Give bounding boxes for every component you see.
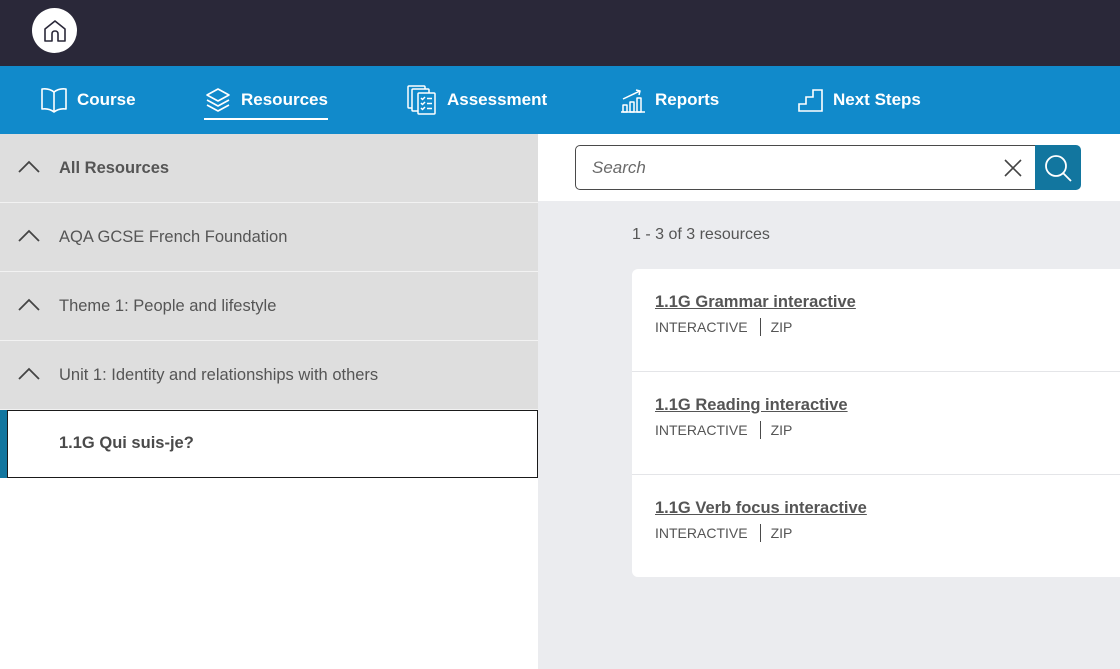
result-meta: INTERACTIVE ZIP <box>655 524 792 542</box>
chevron-up-icon <box>18 367 40 380</box>
results-count: 1 - 3 of 3 resources <box>632 226 770 243</box>
tree-item-label: Theme 1: People and lifestyle <box>59 296 277 315</box>
nav-next-steps-label: Next Steps <box>833 90 921 109</box>
result-type: INTERACTIVE <box>655 319 748 335</box>
tree-item-label: AQA GCSE French Foundation <box>59 227 288 246</box>
result-format: ZIP <box>770 319 793 335</box>
nav-reports[interactable]: Reports <box>620 66 719 134</box>
tree-item-label: 1.1G Qui suis-je? <box>59 434 194 452</box>
top-bar <box>0 0 1120 66</box>
tree-item-label: Unit 1: Identity and relationships with … <box>59 365 379 384</box>
stairs-icon <box>798 89 823 112</box>
chevron-up-icon <box>18 298 40 311</box>
chevron-up-icon <box>18 160 40 173</box>
result-format: ZIP <box>770 525 793 541</box>
result-item: 1.1G Verb focus interactive INTERACTIVE … <box>632 475 1120 578</box>
tree-item-unit[interactable]: Unit 1: Identity and relationships with … <box>0 341 538 410</box>
result-type: INTERACTIVE <box>655 422 748 438</box>
meta-divider <box>759 524 761 542</box>
result-meta: INTERACTIVE ZIP <box>655 318 792 336</box>
chevron-up-icon <box>18 229 40 242</box>
result-meta: INTERACTIVE ZIP <box>655 421 792 439</box>
result-title-link[interactable]: 1.1G Verb focus interactive <box>655 499 867 518</box>
result-item: 1.1G Grammar interactive INTERACTIVE ZIP <box>632 269 1120 372</box>
results-panel: 1 - 3 of 3 resources 1.1G Grammar intera… <box>538 134 1120 669</box>
meta-divider <box>759 318 761 336</box>
search-button[interactable] <box>1035 145 1081 190</box>
result-title-link[interactable]: 1.1G Reading interactive <box>655 396 848 415</box>
search-input[interactable] <box>576 146 976 189</box>
selection-indicator <box>0 410 7 478</box>
result-type: INTERACTIVE <box>655 525 748 541</box>
home-button[interactable] <box>32 8 77 53</box>
tree-item-theme[interactable]: Theme 1: People and lifestyle <box>0 272 538 341</box>
tree-item-all-resources[interactable]: All Resources <box>0 134 538 203</box>
results-list: 1.1G Grammar interactive INTERACTIVE ZIP… <box>632 269 1120 577</box>
bar-chart-trend-icon <box>621 89 645 113</box>
nav-next-steps[interactable]: Next Steps <box>798 66 921 134</box>
open-book-icon <box>41 88 67 113</box>
resource-tree: All Resources AQA GCSE French Foundation… <box>0 134 538 669</box>
tree-item-label: All Resources <box>59 158 170 177</box>
meta-divider <box>759 421 761 439</box>
home-icon <box>43 19 66 42</box>
search-bar <box>538 134 1120 201</box>
nav-assessment-label: Assessment <box>447 90 548 109</box>
nav-course-label: Course <box>77 90 136 109</box>
layers-icon <box>206 88 230 112</box>
nav-assessment[interactable]: Assessment <box>406 66 547 134</box>
result-title-link[interactable]: 1.1G Grammar interactive <box>655 293 856 312</box>
search-icon <box>1045 154 1072 182</box>
search-field <box>575 145 1037 190</box>
nav-resources-label: Resources <box>241 90 328 109</box>
close-icon[interactable] <box>1002 157 1024 179</box>
main-nav: Course Resources Assessment Reports Next… <box>0 66 1120 134</box>
nav-course[interactable]: Course <box>40 66 136 134</box>
result-format: ZIP <box>770 422 793 438</box>
tree-item-course[interactable]: AQA GCSE French Foundation <box>0 203 538 272</box>
checklist-documents-icon <box>407 85 436 115</box>
nav-resources[interactable]: Resources <box>204 66 328 134</box>
nav-reports-label: Reports <box>655 90 720 109</box>
result-item: 1.1G Reading interactive INTERACTIVE ZIP <box>632 372 1120 475</box>
tree-item-selected[interactable]: 1.1G Qui suis-je? <box>0 410 538 478</box>
